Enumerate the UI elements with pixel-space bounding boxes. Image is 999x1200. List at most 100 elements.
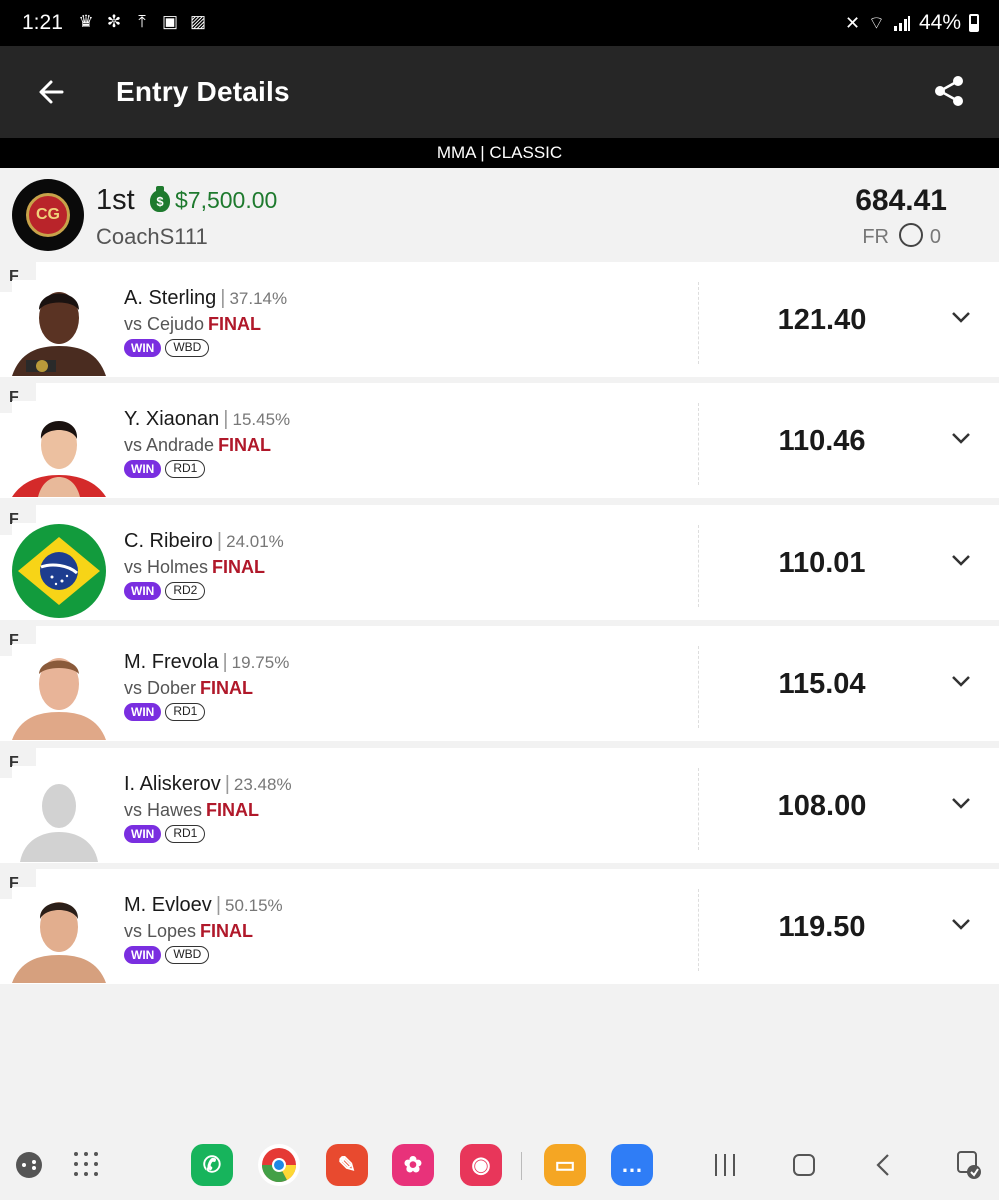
phone-icon[interactable]: ✆ xyxy=(191,1144,233,1186)
back-arrow-icon[interactable] xyxy=(30,72,74,112)
entry-prize: $ $7,500.00 xyxy=(150,185,278,214)
opponent-line: vs Holmes FINAL xyxy=(124,557,265,578)
method-badge: WBD xyxy=(165,946,210,964)
status-bar: 1:21 ♛ ✼ ⤒ ▣ ▨ ✕ ⌔ 44% xyxy=(0,0,999,46)
files-icon[interactable]: ▭ xyxy=(544,1144,586,1186)
fighter-points: 115.04 xyxy=(778,668,866,700)
fighter-photo xyxy=(12,280,106,376)
status-right: ✕ ⌔ 44% xyxy=(845,11,979,35)
separator: | xyxy=(220,287,226,309)
flower-icon[interactable]: ✿ xyxy=(392,1144,434,1186)
money-bag-icon: $ xyxy=(150,185,170,212)
chevron-down-icon[interactable] xyxy=(949,672,973,690)
ownership-pct: 23.48% xyxy=(233,775,292,794)
fighter-row[interactable]: F C. Ribeiro | 24.01% vs Holmes FINAL WIN xyxy=(0,505,999,620)
fighter-name: Y. Xiaonan xyxy=(124,408,220,430)
chevron-down-icon[interactable] xyxy=(949,308,973,326)
chevron-down-icon[interactable] xyxy=(949,915,973,933)
battery-percent: 44% xyxy=(918,11,961,34)
ownership-pct: 37.14% xyxy=(229,289,288,308)
signal-icon xyxy=(893,16,910,31)
opponent: vs Lopes xyxy=(124,921,197,941)
accessibility-icon[interactable] xyxy=(956,1150,984,1180)
chevron-down-icon[interactable] xyxy=(949,429,973,447)
opponent: vs Cejudo xyxy=(124,314,205,334)
fight-status: FINAL xyxy=(200,921,254,941)
opponent-line: vs Andrade FINAL xyxy=(124,435,271,456)
chevron-down-icon[interactable] xyxy=(949,551,973,569)
app-drawer-icon[interactable] xyxy=(72,1150,100,1178)
fr-circle-icon xyxy=(899,223,923,247)
image-notification-icon: ▨ xyxy=(189,12,207,31)
wifi-icon: ⌔ xyxy=(868,12,885,33)
messages-icon[interactable]: … xyxy=(611,1144,653,1186)
ownership-pct: 24.01% xyxy=(226,532,284,551)
result-tags: WIN RD1 xyxy=(124,825,206,843)
username: CoachS111 xyxy=(96,224,208,249)
result-badge: WIN xyxy=(124,825,162,843)
result-tags: WIN RD1 xyxy=(124,703,206,721)
notes-icon[interactable]: ✎ xyxy=(326,1144,368,1186)
result-tags: WIN RD1 xyxy=(124,460,206,478)
result-badge: WIN xyxy=(124,703,162,721)
divider xyxy=(698,768,699,850)
dock-divider xyxy=(521,1152,522,1180)
recents-icon[interactable] xyxy=(712,1152,738,1178)
fighter-name: A. Sterling xyxy=(124,287,217,309)
method-badge: RD1 xyxy=(165,460,206,478)
prize-amount: $7,500.00 xyxy=(175,187,278,213)
mute-icon: ✕ xyxy=(844,12,861,33)
method-badge: RD2 xyxy=(165,582,206,600)
opponent: vs Andrade xyxy=(124,435,215,455)
ownership-pct: 50.15% xyxy=(225,896,283,915)
fight-status: FINAL xyxy=(206,800,260,820)
ownership-pct: 19.75% xyxy=(231,653,290,672)
fighter-photo xyxy=(12,887,106,983)
fighter-name-line: C. Ribeiro | 24.01% xyxy=(124,530,284,553)
opponent: vs Holmes xyxy=(124,557,209,577)
opponent-line: vs Cejudo FINAL xyxy=(124,314,261,335)
page-title: Entry Details xyxy=(116,76,290,107)
total-score: 684.41 xyxy=(855,184,947,217)
home-icon[interactable] xyxy=(791,1152,817,1178)
opponent: vs Hawes xyxy=(124,800,203,820)
fighter-row[interactable]: F I. Aliskerov | 23.48% vs Hawes FINAL WIN … xyxy=(0,748,999,863)
camera-icon[interactable]: ◉ xyxy=(460,1144,502,1186)
fighter-row[interactable]: F M. Evloev | 50.15% vs Lopes FINAL WIN WBD… xyxy=(0,869,999,984)
app-bar: Entry Details xyxy=(0,46,999,138)
game-launcher-icon[interactable] xyxy=(14,1150,44,1180)
fighter-name-line: M. Frevola | 19.75% xyxy=(124,651,289,674)
ownership-pct: 15.45% xyxy=(232,410,291,429)
separator: | xyxy=(216,530,223,552)
result-badge: WIN xyxy=(124,582,162,600)
status-time: 1:21 xyxy=(22,11,63,34)
fighter-name: M. Evloev xyxy=(124,894,212,916)
entry-summary: CG 1st $ $7,500.00 CoachS111 684.41 FR 0 xyxy=(0,168,999,262)
shopping-bag-notification-icon: ▣ xyxy=(161,12,179,31)
battery-icon xyxy=(969,14,979,32)
method-badge: WBD xyxy=(165,339,210,357)
fight-status: FINAL xyxy=(212,557,266,577)
result-badge: WIN xyxy=(124,946,162,964)
fighter-row[interactable]: F Y. Xiaonan | 15.45% vs Andrade FINAL WIN … xyxy=(0,383,999,498)
chevron-down-icon[interactable] xyxy=(949,794,973,812)
separator: | xyxy=(215,894,222,916)
back-nav-icon[interactable] xyxy=(872,1152,896,1178)
divider xyxy=(698,889,699,971)
fighter-row[interactable]: F A. Sterling | 37.14% vs Cejudo FINAL WIN … xyxy=(0,262,999,377)
fighter-row[interactable]: F M. Frevola | 19.75% vs Dober FINAL WIN RD… xyxy=(0,626,999,741)
divider xyxy=(698,646,699,728)
fighter-points: 121.40 xyxy=(777,304,867,336)
opponent: vs Dober xyxy=(124,678,197,698)
result-tags: WIN RD2 xyxy=(124,582,206,600)
fighter-name: M. Frevola xyxy=(124,651,219,673)
fighter-name-line: A. Sterling | 37.14% xyxy=(124,287,287,310)
chrome-icon[interactable] xyxy=(258,1144,300,1186)
contest-type-header: MMA | CLASSIC xyxy=(0,138,999,168)
fan-notification-icon: ✼ xyxy=(106,12,122,31)
avatar: CG xyxy=(12,179,84,251)
divider xyxy=(698,282,699,364)
divider xyxy=(698,525,699,607)
draftkings-notification-icon: ♛ xyxy=(78,12,94,31)
share-icon[interactable] xyxy=(933,74,965,108)
